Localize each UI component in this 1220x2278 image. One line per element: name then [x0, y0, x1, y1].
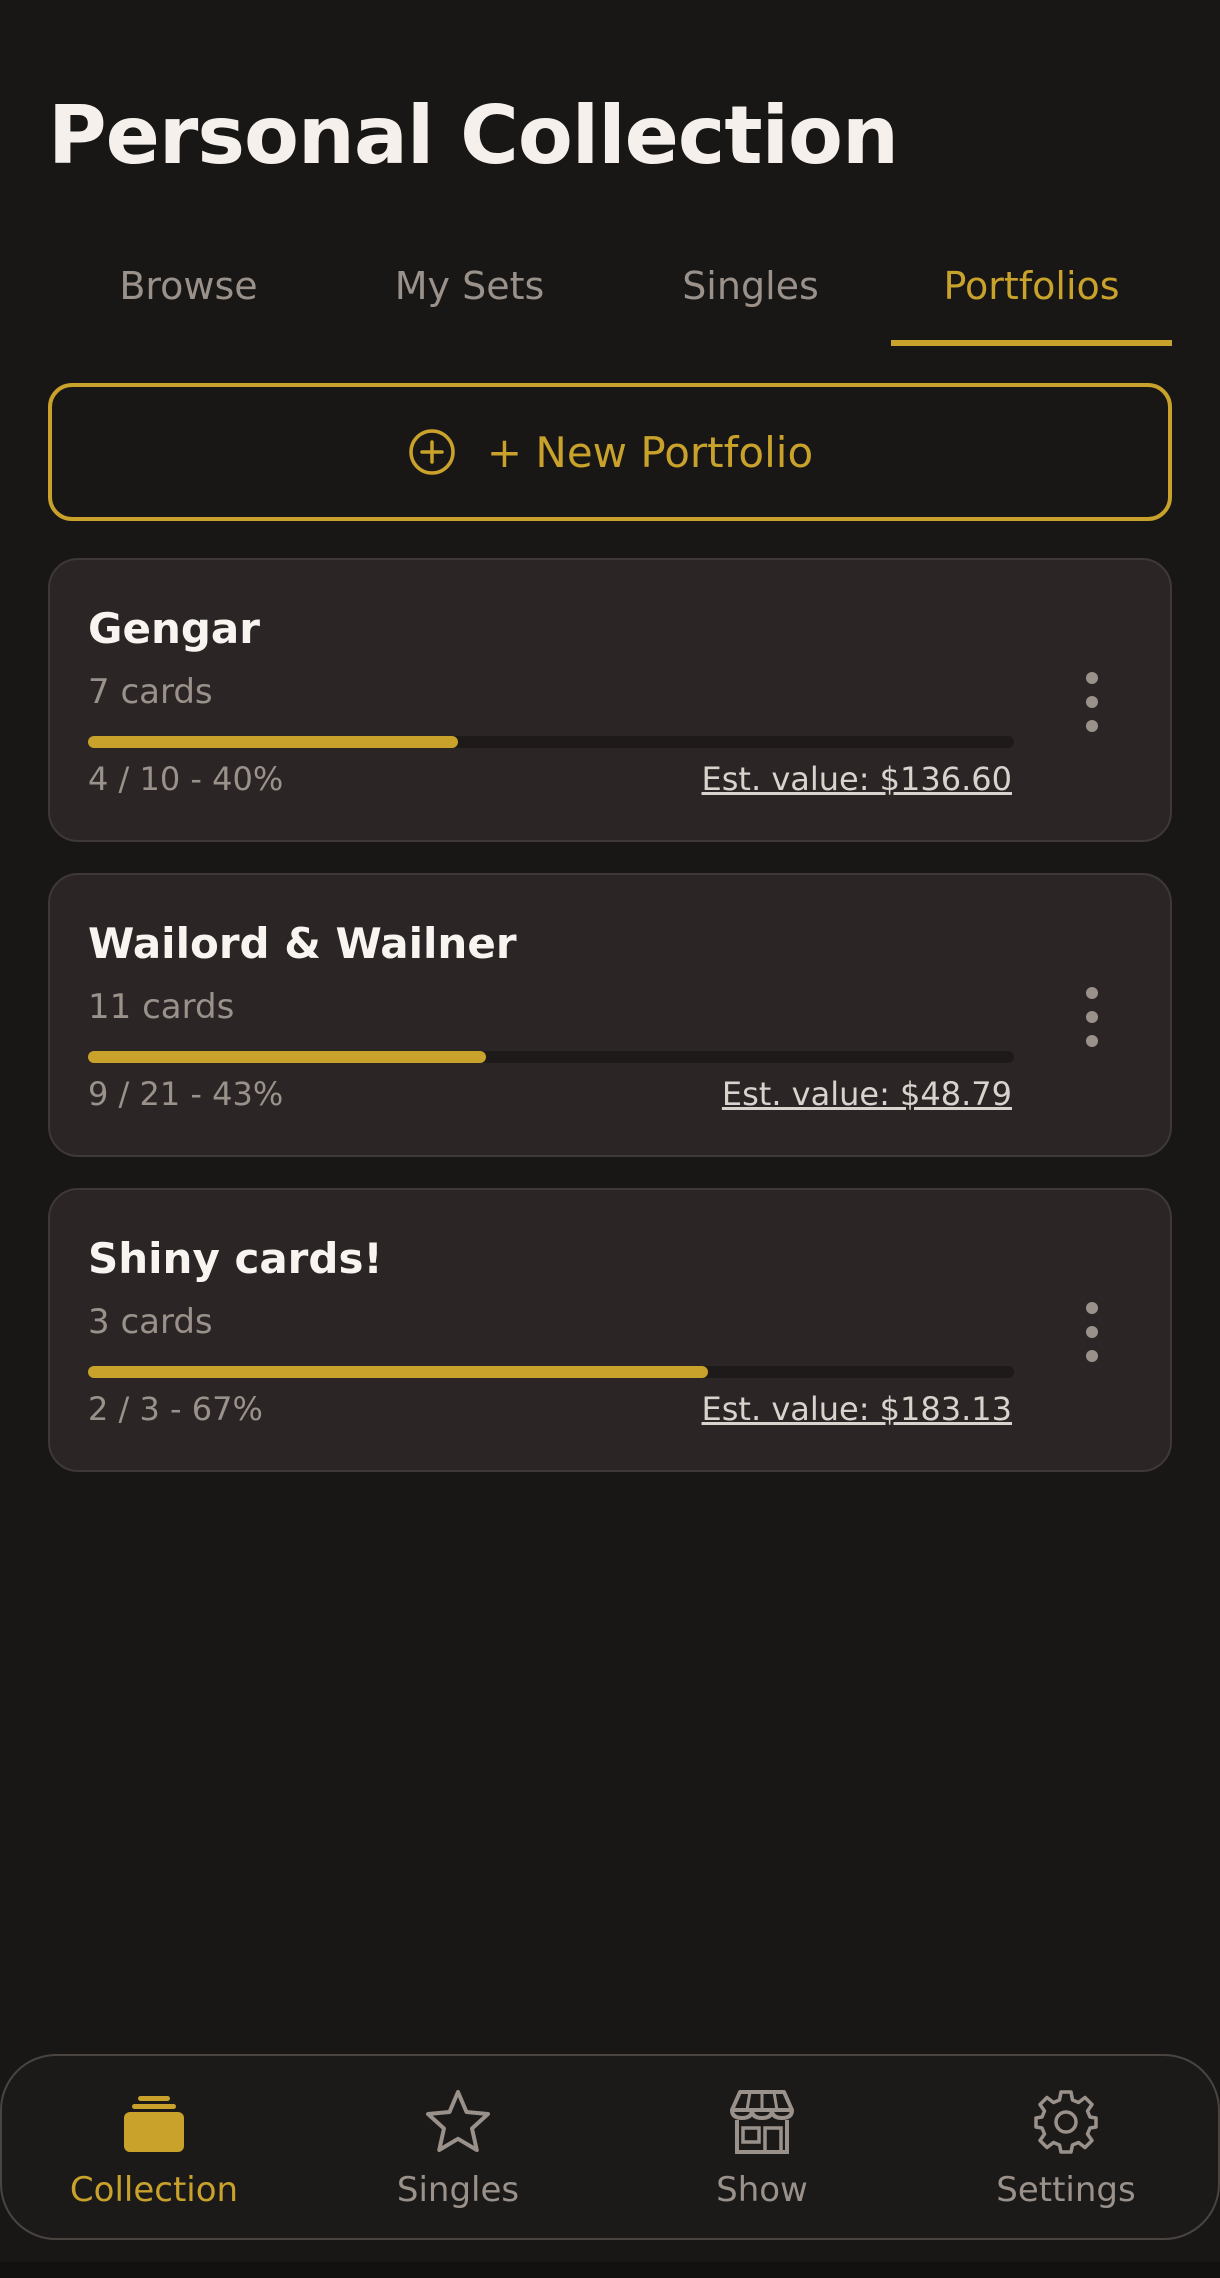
portfolio-value-link[interactable]: Est. value: $48.79 — [722, 1075, 1012, 1113]
more-options-icon[interactable] — [1072, 987, 1112, 1047]
portfolio-progress-text: 9 / 21 - 43% — [88, 1075, 284, 1113]
portfolio-name: Gengar — [88, 604, 260, 653]
nav-label: Settings — [996, 2170, 1136, 2210]
progress-bar — [88, 1051, 1014, 1063]
card-stack-icon — [124, 2096, 184, 2152]
progress-bar — [88, 736, 1014, 748]
new-portfolio-label: + New Portfolio — [486, 427, 814, 477]
storefront-icon — [730, 2090, 794, 2154]
nav-show[interactable]: Show — [610, 2056, 914, 2238]
nav-label: Collection — [69, 2170, 239, 2210]
portfolio-value-link[interactable]: Est. value: $183.13 — [702, 1390, 1012, 1428]
app-screen: Personal Collection Browse My Sets Singl… — [0, 0, 1220, 2278]
portfolio-progress-text: 4 / 10 - 40% — [88, 760, 284, 798]
progress-bar — [88, 1366, 1014, 1378]
portfolio-card[interactable]: Wailord & Wailner 11 cards 9 / 21 - 43% … — [48, 873, 1172, 1157]
portfolio-card[interactable]: Gengar 7 cards 4 / 10 - 40% Est. value: … — [48, 558, 1172, 842]
tab-bar: Browse My Sets Singles Portfolios — [48, 250, 1172, 346]
portfolio-name: Wailord & Wailner — [88, 919, 517, 968]
portfolio-value-link[interactable]: Est. value: $136.60 — [702, 760, 1012, 798]
portfolio-name: Shiny cards! — [88, 1234, 383, 1283]
progress-bar-fill — [88, 1051, 487, 1063]
more-options-icon[interactable] — [1072, 672, 1112, 732]
tab-singles[interactable]: Singles — [610, 250, 891, 346]
gear-icon — [1034, 2090, 1098, 2154]
portfolio-card[interactable]: Shiny cards! 3 cards 2 / 3 - 67% Est. va… — [48, 1188, 1172, 1472]
portfolio-card-count: 11 cards — [88, 987, 235, 1027]
nav-settings[interactable]: Settings — [914, 2056, 1218, 2238]
star-icon — [426, 2090, 490, 2152]
progress-bar-fill — [88, 736, 459, 748]
bottom-navigation: Collection Singles Show Settings — [0, 2054, 1220, 2240]
nav-collection[interactable]: Collection — [2, 2056, 306, 2238]
nav-label: Show — [716, 2170, 808, 2210]
page-title: Personal Collection — [48, 89, 899, 182]
more-options-icon[interactable] — [1072, 1302, 1112, 1362]
nav-label: Singles — [396, 2170, 520, 2210]
portfolio-card-count: 3 cards — [88, 1302, 213, 1342]
nav-singles[interactable]: Singles — [306, 2056, 610, 2238]
portfolio-card-count: 7 cards — [88, 672, 213, 712]
system-gesture-bar — [0, 2262, 1220, 2278]
tab-my-sets[interactable]: My Sets — [329, 250, 610, 346]
tab-portfolios[interactable]: Portfolios — [891, 250, 1172, 346]
tab-browse[interactable]: Browse — [48, 250, 329, 346]
plus-circle-icon — [407, 427, 457, 477]
portfolio-progress-text: 2 / 3 - 67% — [88, 1390, 263, 1428]
progress-bar-fill — [88, 1366, 709, 1378]
new-portfolio-button[interactable]: + New Portfolio — [48, 383, 1172, 521]
